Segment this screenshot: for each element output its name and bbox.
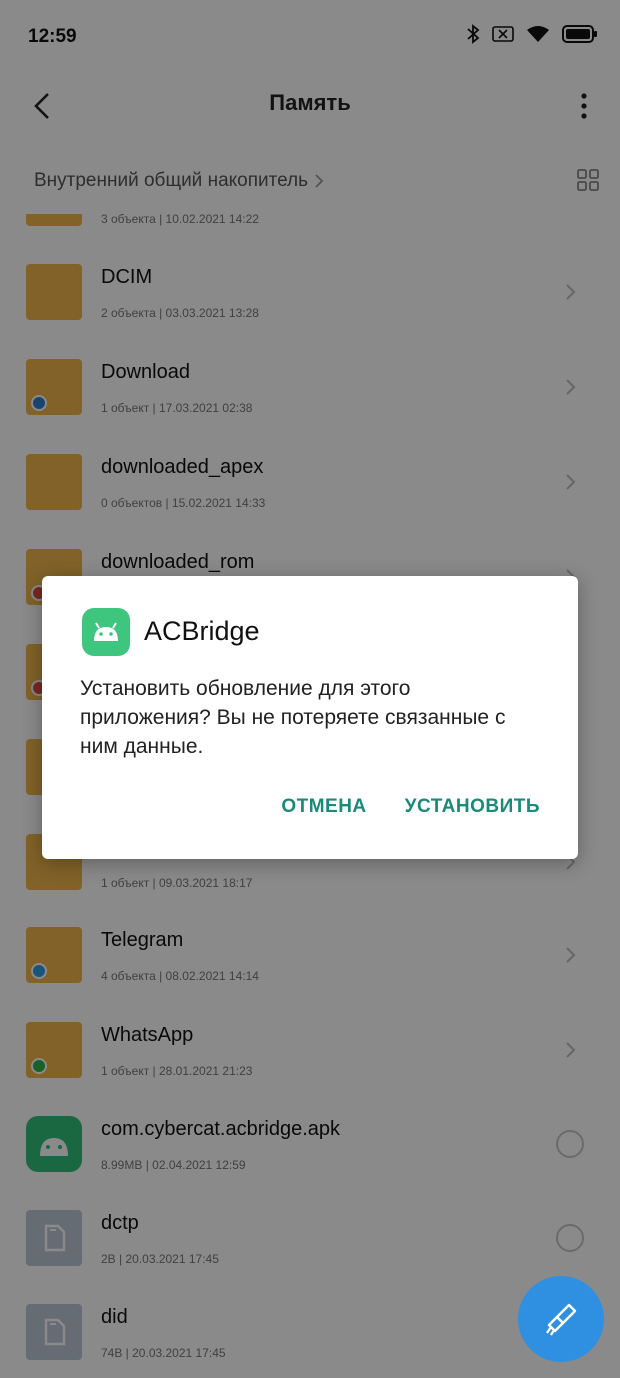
clean-up-fab[interactable] <box>518 1276 604 1362</box>
broom-icon <box>546 1303 577 1336</box>
file-manager-screen: 12:59 Память Внутренний общий накопитель… <box>0 0 620 1378</box>
install-button[interactable]: УСТАНОВИТЬ <box>405 796 540 818</box>
cancel-button[interactable]: ОТМЕНА <box>281 796 366 818</box>
android-app-icon <box>82 608 130 656</box>
install-dialog: ACBridge Установить обновление для этого… <box>42 576 578 859</box>
dialog-actions: ОТМЕНА УСТАНОВИТЬ <box>281 796 540 818</box>
dialog-message: Установить обновление для этого приложен… <box>80 677 506 758</box>
dialog-app-name: ACBridge <box>144 616 260 646</box>
